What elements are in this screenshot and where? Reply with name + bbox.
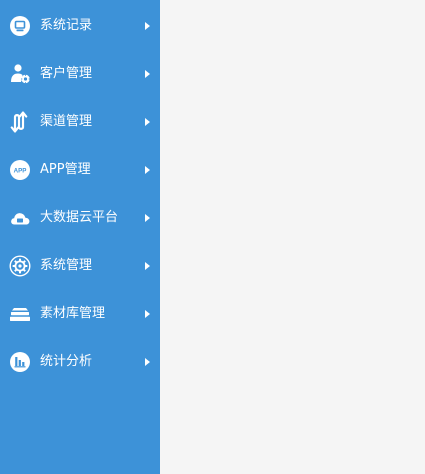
caret-right-icon	[145, 118, 150, 126]
user-gear-icon	[9, 63, 31, 85]
sidebar: 系统记录 客户管理 渠道管理 APP APP管理 大数据云平台 系统管理 素材库…	[0, 0, 160, 474]
sidebar-item-label: 大数据云平台	[40, 210, 119, 225]
sidebar-item-statistics[interactable]: 统计分析	[0, 338, 160, 386]
sidebar-item-label: 客户管理	[40, 66, 93, 81]
sidebar-item-label: 渠道管理	[40, 114, 93, 129]
sidebar-item-app-management[interactable]: APP APP管理	[0, 146, 160, 194]
caret-right-icon	[145, 166, 150, 174]
bar-chart-icon	[9, 351, 31, 373]
sidebar-item-material-library[interactable]: 素材库管理	[0, 290, 160, 338]
main-content-area	[160, 0, 425, 474]
sidebar-item-label: 系统记录	[40, 18, 93, 33]
caret-right-icon	[145, 262, 150, 270]
layers-icon	[9, 303, 31, 325]
sidebar-menu: 系统记录 客户管理 渠道管理 APP APP管理 大数据云平台 系统管理 素材库…	[0, 0, 160, 386]
caret-right-icon	[145, 214, 150, 222]
sidebar-item-label: 素材库管理	[40, 306, 106, 321]
monitor-icon	[9, 15, 31, 37]
caret-right-icon	[145, 310, 150, 318]
cloud-icon	[9, 207, 31, 229]
gear-icon	[9, 255, 31, 277]
caret-right-icon	[145, 358, 150, 366]
sidebar-item-channel-management[interactable]: 渠道管理	[0, 98, 160, 146]
sidebar-item-customer-management[interactable]: 客户管理	[0, 50, 160, 98]
sidebar-item-system-records[interactable]: 系统记录	[0, 2, 160, 50]
app-window: 系统记录 客户管理 渠道管理 APP APP管理 大数据云平台 系统管理 素材库…	[0, 0, 425, 474]
app-icon-text: APP	[14, 167, 27, 174]
sidebar-item-big-data-cloud[interactable]: 大数据云平台	[0, 194, 160, 242]
caret-right-icon	[145, 22, 150, 30]
channel-arrows-icon	[9, 111, 31, 133]
sidebar-item-label: 统计分析	[40, 354, 93, 369]
sidebar-item-system-management[interactable]: 系统管理	[0, 242, 160, 290]
app-icon: APP	[9, 159, 31, 181]
sidebar-item-label: APP管理	[40, 162, 91, 177]
caret-right-icon	[145, 70, 150, 78]
sidebar-item-label: 系统管理	[40, 258, 93, 273]
